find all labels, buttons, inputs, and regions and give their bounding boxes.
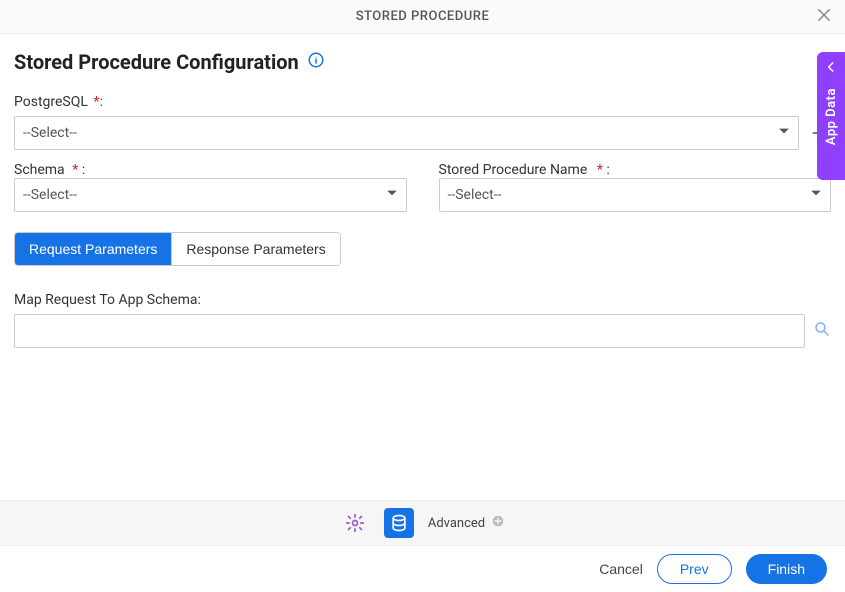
map-input[interactable] <box>14 314 805 348</box>
cancel-button[interactable]: Cancel <box>599 561 643 577</box>
titlebar: STORED PROCEDURE <box>0 0 845 34</box>
schema-col: Schema * : --Select-- <box>14 162 407 212</box>
sp-name-select[interactable]: --Select-- <box>439 178 832 212</box>
db-select[interactable]: --Select-- <box>14 116 799 150</box>
chevron-down-icon <box>810 187 822 203</box>
colon: : <box>78 162 85 178</box>
chevron-left-icon <box>824 60 838 78</box>
page-title: Stored Procedure Configuration <box>14 50 299 74</box>
search-icon[interactable] <box>813 320 831 342</box>
sp-name-label: Stored Procedure Name * : <box>439 162 610 178</box>
chevron-down-icon <box>386 187 398 203</box>
colon: : <box>603 162 610 178</box>
plus-circle-icon <box>491 514 505 532</box>
map-row <box>14 314 831 348</box>
colon: : <box>100 94 103 110</box>
tab-response-parameters[interactable]: Response Parameters <box>171 233 339 265</box>
map-label: Map Request To App Schema: <box>14 292 831 308</box>
schema-label-text: Schema <box>14 162 65 178</box>
db-label-text: PostgreSQL <box>14 94 88 110</box>
chevron-down-icon <box>778 125 790 141</box>
db-label: PostgreSQL *: <box>14 94 831 110</box>
tab-request-parameters[interactable]: Request Parameters <box>15 233 171 265</box>
side-panel-label: App Data <box>824 88 839 145</box>
finish-button[interactable]: Finish <box>746 554 827 584</box>
db-select-row: --Select-- <box>14 116 831 150</box>
schema-select-value: --Select-- <box>23 187 77 203</box>
schema-sp-row: Schema * : --Select-- Stored Procedure N… <box>14 162 831 212</box>
content-area: Stored Procedure Configuration PostgreSQ… <box>0 34 845 500</box>
advanced-label: Advanced <box>428 516 485 531</box>
side-panel-toggle[interactable]: App Data <box>817 52 845 180</box>
sp-name-select-value: --Select-- <box>448 187 502 203</box>
close-icon[interactable] <box>815 6 833 28</box>
toolbar: Advanced <box>0 500 845 546</box>
advanced-toggle[interactable]: Advanced <box>428 514 505 532</box>
database-icon[interactable] <box>384 508 414 538</box>
sp-name-label-text: Stored Procedure Name <box>439 162 588 178</box>
window-title: STORED PROCEDURE <box>356 9 490 24</box>
schema-label: Schema * : <box>14 162 85 178</box>
param-tabs: Request Parameters Response Parameters <box>14 232 341 266</box>
prev-button[interactable]: Prev <box>657 554 732 584</box>
db-row: PostgreSQL *: --Select-- <box>14 94 831 150</box>
schema-select[interactable]: --Select-- <box>14 178 407 212</box>
footer: Cancel Prev Finish <box>0 546 845 592</box>
info-icon[interactable] <box>307 51 325 73</box>
sp-name-col: Stored Procedure Name * : --Select-- <box>439 162 832 212</box>
db-select-value: --Select-- <box>23 125 77 141</box>
gear-icon[interactable] <box>340 508 370 538</box>
page-title-row: Stored Procedure Configuration <box>14 50 831 74</box>
